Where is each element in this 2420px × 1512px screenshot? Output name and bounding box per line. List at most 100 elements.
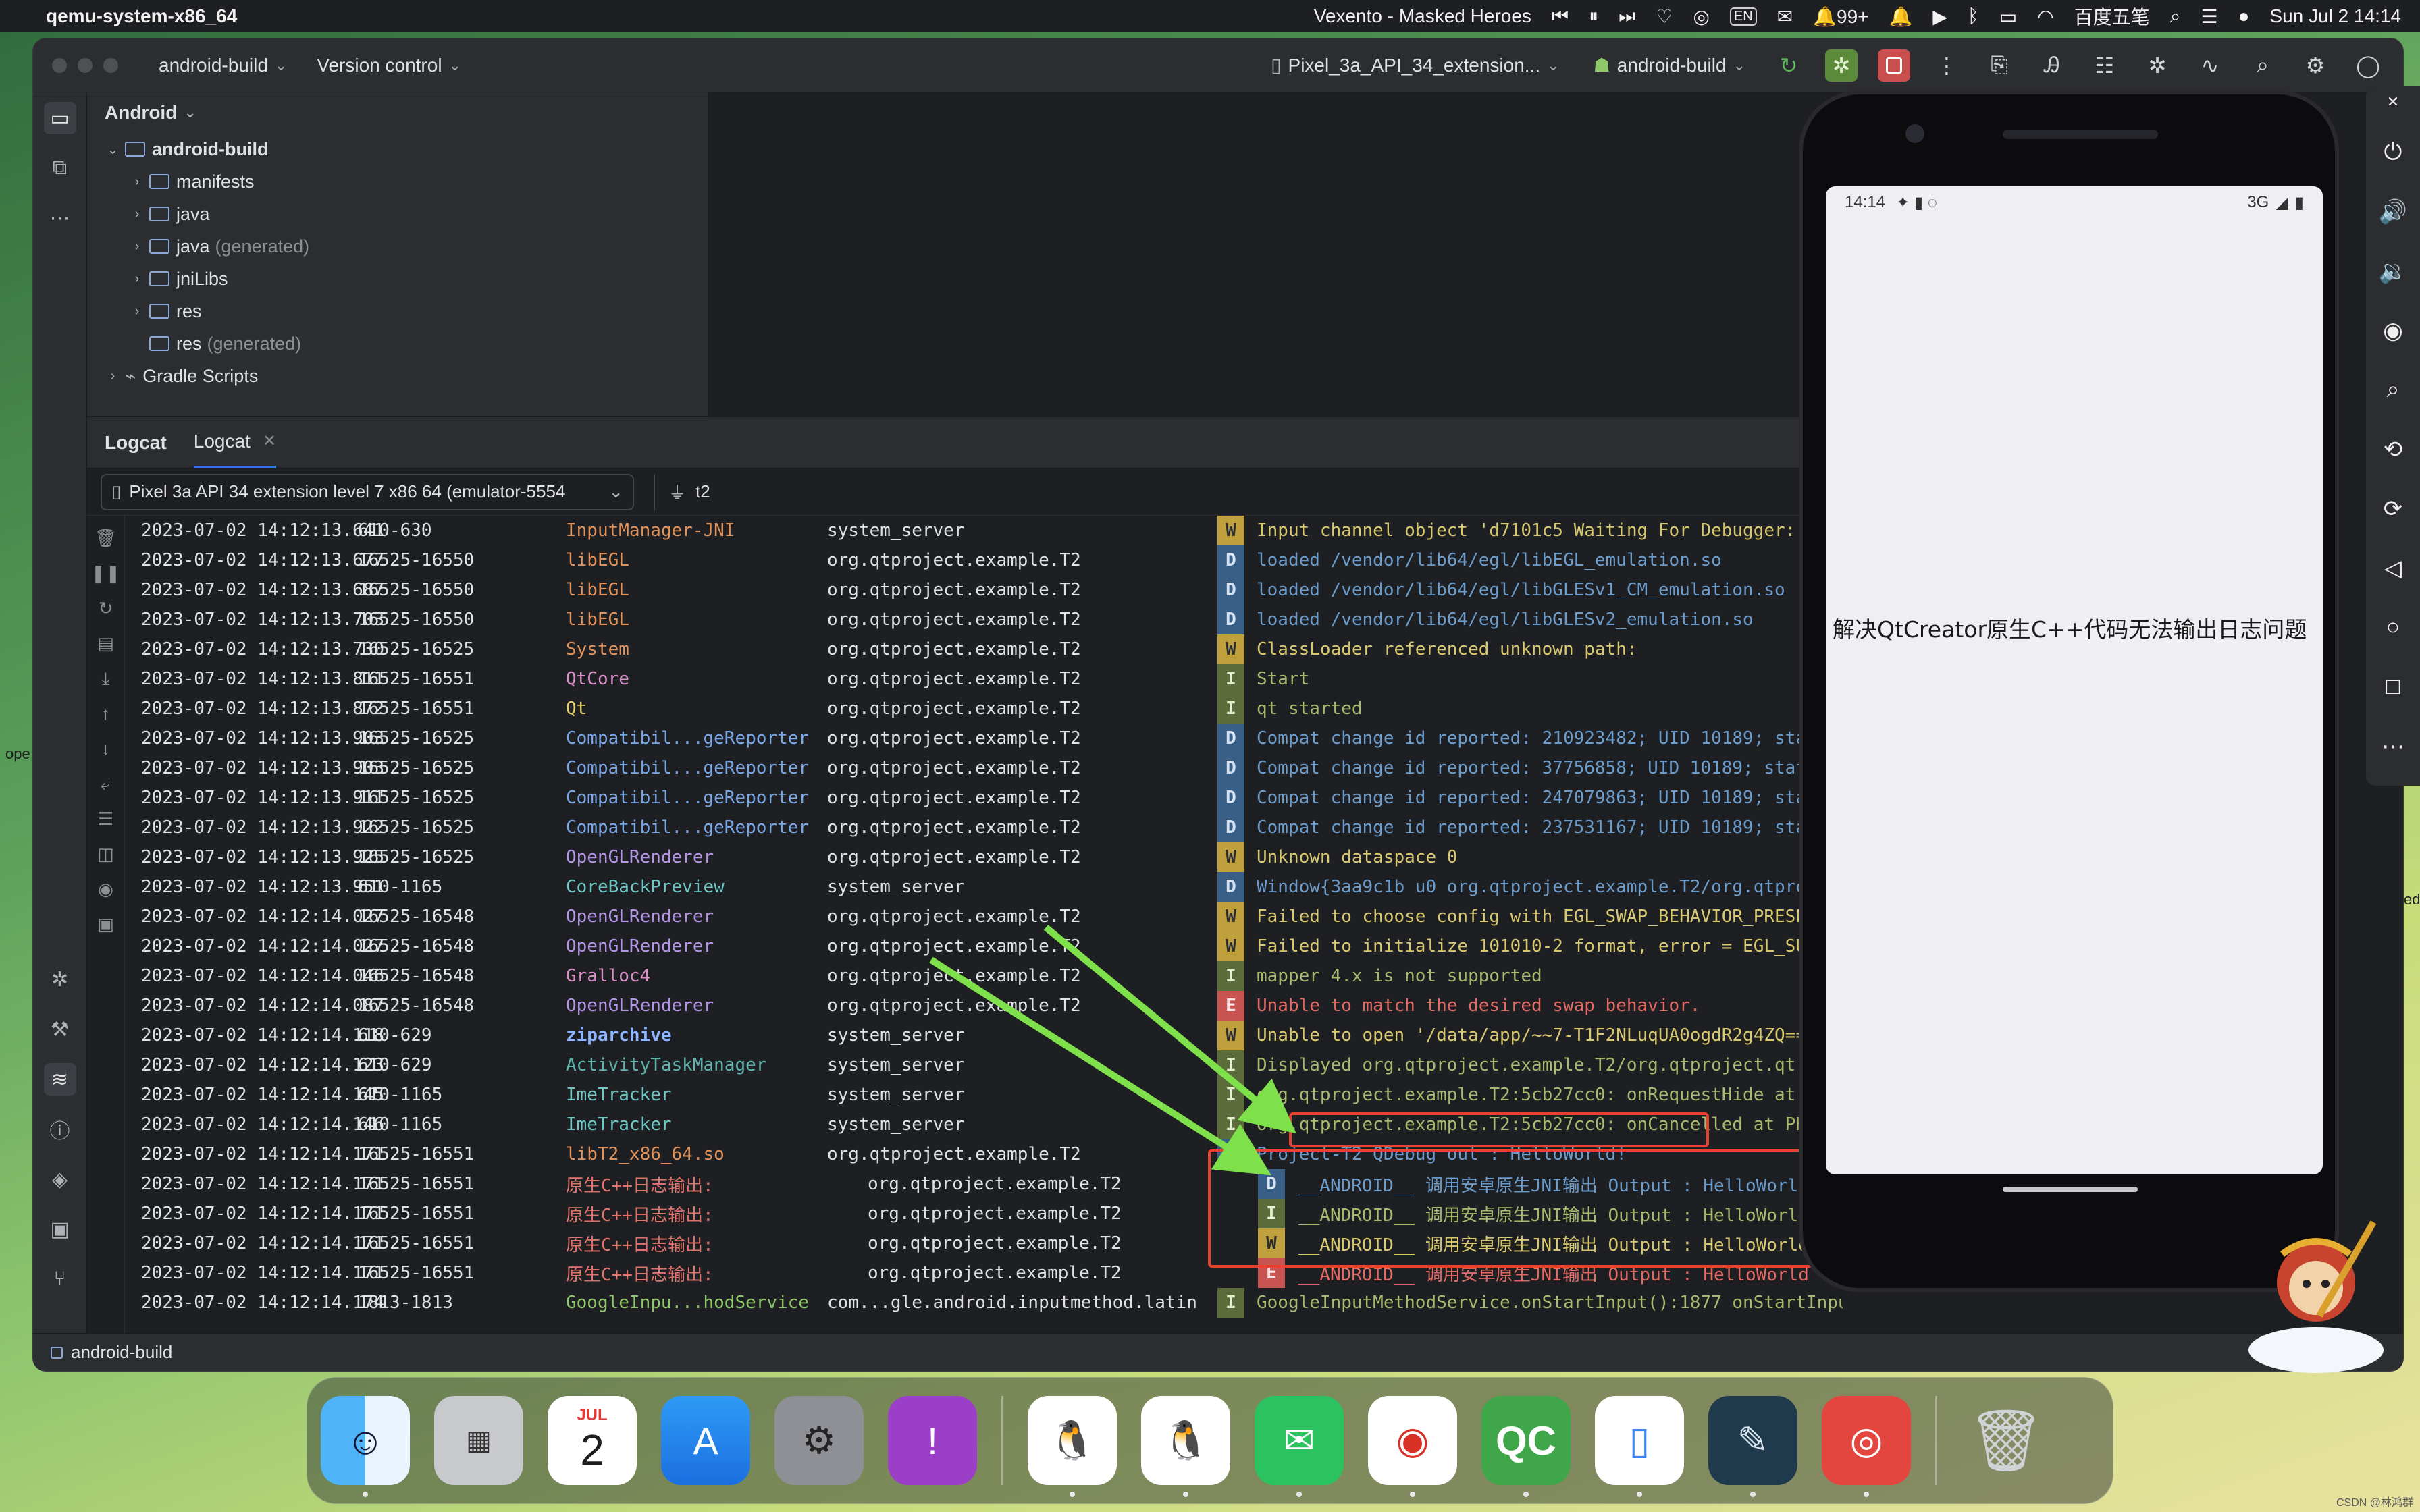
tree-item-java[interactable]: › java [87, 198, 708, 230]
logcat-device-selector[interactable]: ▯ Pixel 3a API 34 extension level 7 x86 … [101, 473, 634, 510]
heart-icon[interactable]: ♡ [1656, 5, 1673, 28]
problems-icon[interactable]: ⓘ [44, 1113, 76, 1145]
more-icon[interactable]: ⋮ [1930, 49, 1963, 82]
wechat-icon[interactable]: ✉ [1255, 1396, 1344, 1497]
up-icon[interactable]: ↑ [101, 703, 110, 724]
tab-logcat[interactable]: Logcat ✕ [193, 417, 276, 468]
more-tools-icon[interactable]: ⋯ [44, 202, 76, 234]
logcat-filter-input[interactable]: ⏚ t2 [654, 473, 1843, 510]
notification-count[interactable]: 🔔99+ [1813, 5, 1868, 28]
zoom-icon[interactable]: ⌕ [2386, 377, 2399, 406]
qq-icon[interactable]: 🐧 [1028, 1396, 1117, 1497]
pause-icon[interactable]: ⏸ [1589, 5, 1598, 28]
home-indicator[interactable] [2003, 1187, 2138, 1192]
screenshot-icon[interactable]: ◉ [2383, 317, 2403, 347]
app-store-icon[interactable]: A [661, 1396, 750, 1485]
save-icon[interactable]: ▤ [97, 633, 114, 653]
clock[interactable]: Sun Jul 2 14:14 [2269, 5, 2401, 27]
down-icon[interactable]: ↓ [101, 738, 110, 759]
soft-wrap-icon[interactable]: ⤶ [101, 774, 111, 794]
tree-root[interactable]: ⌄ android-build [87, 133, 708, 165]
chrome-icon[interactable]: ◉ [1368, 1396, 1457, 1497]
chevron-right-icon[interactable]: › [125, 271, 149, 287]
active-app-name[interactable]: qemu-system-x86_64 [46, 5, 237, 27]
clear-logcat-icon[interactable]: 🗑 [95, 528, 117, 548]
system-settings-icon[interactable]: ⚙ [774, 1396, 864, 1485]
project-switcher[interactable]: android-build ⌄ [159, 55, 287, 76]
bell-icon[interactable]: 🔔 [1889, 5, 1913, 28]
more-icon[interactable]: ⋯ [2382, 733, 2404, 763]
log-line[interactable]: 2023-07-02 14:12:13.703 16525-16550 libEGL… [125, 605, 1843, 634]
rotate-left-icon[interactable]: ⟲ [2384, 436, 2403, 466]
settings-icon[interactable]: ⚙ [2299, 49, 2332, 82]
scroll-to-end-icon[interactable]: ⤓ [102, 668, 110, 688]
siri-icon[interactable]: ● [2238, 5, 2249, 27]
format-icon[interactable]: ☰ [98, 809, 113, 829]
previous-track-icon[interactable]: ⏮ [1552, 5, 1569, 28]
device-manager-icon[interactable]: ⎘ [1983, 49, 2016, 82]
trash-icon[interactable]: 🗑 [1962, 1396, 2051, 1485]
git-icon[interactable]: ⑂ [44, 1263, 76, 1295]
wifi-icon[interactable]: ◠ [2037, 5, 2053, 28]
build-tool-icon[interactable]: ⚒ [44, 1013, 76, 1046]
home-icon[interactable]: ○ [2386, 614, 2400, 644]
control-center-icon[interactable]: ☰ [2201, 5, 2217, 28]
log-line[interactable]: 2023-07-02 14:12:13.730 16525-16525 System… [125, 634, 1843, 664]
account-icon[interactable]: ◯ [2352, 49, 2384, 82]
search-icon[interactable]: ⌕ [2246, 49, 2279, 82]
chevron-right-icon[interactable]: › [125, 239, 149, 254]
debug-tool-icon[interactable]: ✲ [44, 963, 76, 996]
log-line[interactable]: 2023-07-02 14:12:13.925 16525-16525 OpenGL… [125, 842, 1843, 872]
app-quality-icon[interactable]: ◈ [44, 1163, 76, 1195]
pen-tool-icon[interactable]: ✎ [1708, 1396, 1797, 1497]
tree-item-jnilibs[interactable]: › jniLibs [87, 263, 708, 295]
tree-item-gradle-scripts[interactable]: › ⌁ Gradle Scripts [87, 360, 708, 392]
minimize-window-button[interactable] [78, 57, 93, 73]
chevron-down-icon[interactable]: ⌄ [101, 141, 125, 158]
log-line[interactable]: 2023-07-02 14:12:13.951 610-1165 CoreBack… [125, 872, 1843, 902]
back-icon[interactable]: ◁ [2384, 555, 2402, 585]
tree-item-java-generated[interactable]: › java (generated) [87, 230, 708, 263]
android-studio-icon[interactable]: ▯ [1595, 1396, 1684, 1497]
translate-icon[interactable]: Ꭿ [2036, 49, 2068, 82]
restart-icon[interactable]: ↻ [99, 598, 113, 618]
stop-button[interactable] [1878, 49, 1910, 82]
log-line[interactable]: 2023-07-02 14:12:13.677 16525-16550 libEGL… [125, 545, 1843, 575]
battery-icon[interactable]: ▭ [1999, 5, 2017, 28]
status-project[interactable]: android-build [71, 1342, 172, 1363]
calendar-icon[interactable]: JUL 2 [548, 1396, 637, 1485]
close-window-button[interactable] [52, 57, 67, 73]
terminal-icon[interactable]: ▣ [44, 1213, 76, 1245]
volume-down-icon[interactable]: 🔉 [2379, 258, 2407, 288]
logcat-tool-icon[interactable]: ≋ [43, 1063, 76, 1096]
resource-manager-icon[interactable]: ⧉ [44, 152, 76, 184]
chevron-right-icon[interactable]: › [125, 207, 149, 222]
now-playing[interactable]: Vexento - Masked Heroes [1314, 5, 1531, 27]
debug-icon[interactable]: ✲ [1825, 49, 1858, 82]
input-source-badge[interactable]: EN [1729, 7, 1757, 26]
chevron-right-icon[interactable]: › [125, 304, 149, 319]
log-line[interactable]: 2023-07-02 14:12:13.903 16525-16525 Compat… [125, 753, 1843, 783]
volume-up-icon[interactable]: 🔊 [2379, 198, 2407, 228]
log-line[interactable]: 2023-07-02 14:12:13.922 16525-16525 Compat… [125, 813, 1843, 842]
close-emulator-icon[interactable]: ✕ [2387, 93, 2399, 110]
ime-label[interactable]: 百度五笔 [2074, 3, 2150, 30]
power-icon[interactable]: ⏻ [2384, 139, 2402, 169]
rotate-right-icon[interactable]: ⟳ [2384, 495, 2403, 525]
log-line[interactable]: 2023-07-02 14:12:13.811 16525-16551 QtCore… [125, 664, 1843, 694]
qq-icon[interactable]: 🐧 [1141, 1396, 1230, 1497]
project-view-selector[interactable]: Android ⌄ [87, 92, 708, 133]
run-config-selector[interactable]: ☗ android-build ⌄ [1594, 54, 1745, 76]
spotlight-icon[interactable]: ⌕ [2170, 5, 2181, 28]
netease-icon[interactable]: ◎ [1693, 5, 1709, 28]
project-folder-icon[interactable]: ▭ [43, 102, 76, 134]
device-selector[interactable]: ▯ Pixel_3a_API_34_extension... ⌄ [1271, 54, 1559, 76]
wechat-icon[interactable]: ✉ [1777, 5, 1793, 28]
build-variants-icon[interactable]: ☷ [2088, 49, 2121, 82]
zoom-window-button[interactable] [103, 57, 118, 73]
log-line[interactable]: 2023-07-02 14:12:13.911 16525-16525 Compat… [125, 783, 1843, 813]
log-line[interactable]: 2023-07-02 14:12:13.872 16525-16551 Qt org.… [125, 694, 1843, 724]
tree-item-res[interactable]: › res [87, 295, 708, 327]
vcs-menu[interactable]: Version control ⌄ [317, 55, 461, 76]
log-line[interactable]: 2023-07-02 14:12:13.641 610-630 InputMana… [125, 516, 1843, 545]
